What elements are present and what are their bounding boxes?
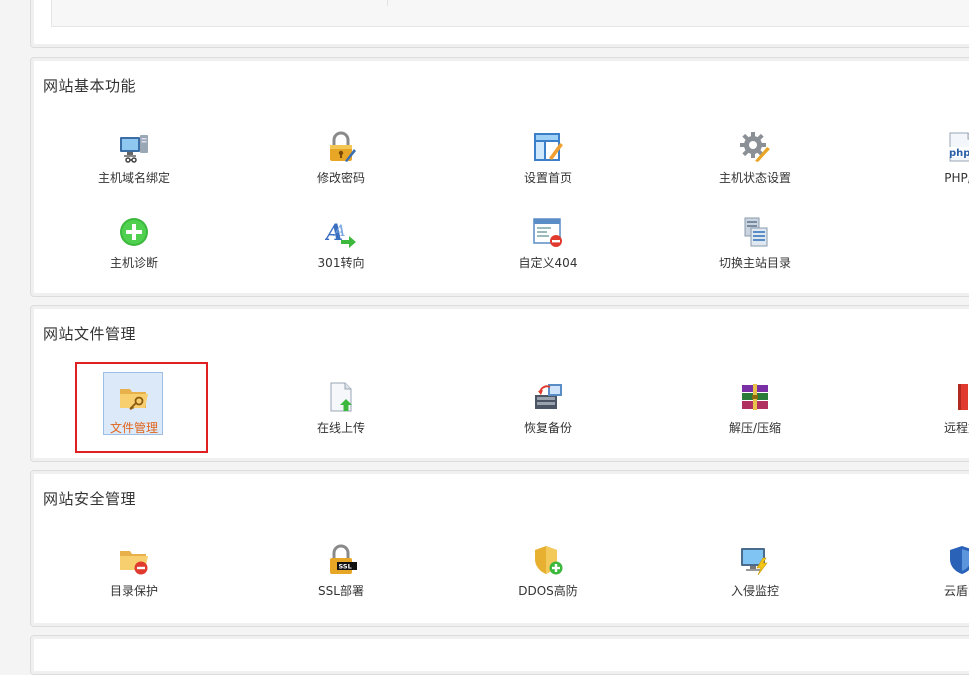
tile-label: 主机诊断 <box>109 256 158 270</box>
tile-change-password[interactable]: 修改密码 <box>281 131 401 186</box>
server-stack-icon <box>744 217 768 247</box>
tile-online-upload[interactable]: 在线上传 <box>281 381 401 436</box>
tile-label: 301转向 <box>317 256 365 270</box>
ssl-badge-text: SSL <box>339 563 352 571</box>
monitor-lightning-icon <box>741 548 768 576</box>
tile-php-version[interactable]: php PHP版 <box>902 131 969 186</box>
tile-label: SSL部署 <box>318 584 364 598</box>
window-error-icon <box>533 218 562 247</box>
section-files: 网站文件管理 文件管理 在线上传 恢复备份 解压/压缩 远程 <box>30 305 969 462</box>
archive-books-icon <box>742 384 768 410</box>
tile-label: 修改密码 <box>316 171 365 185</box>
section-basic: 网站基本功能 主机域名绑定 修改密码 设置首页 主机状态设置 php PHP 主… <box>30 57 969 297</box>
tile-label: 远程文 <box>943 421 969 435</box>
blue-shield-icon <box>950 546 969 574</box>
layout-pencil-icon <box>534 133 563 161</box>
padlock-pencil-icon <box>330 131 356 162</box>
tile-label: 恢复备份 <box>523 421 572 435</box>
tile-label: 切换主站目录 <box>718 256 791 270</box>
tile-label: 设置首页 <box>523 171 572 185</box>
tile-intrusion-monitor[interactable]: 入侵监控 <box>695 544 815 599</box>
tile-extract-compress[interactable]: 解压/压缩 <box>695 381 815 436</box>
tile-label: 主机域名绑定 <box>97 171 170 185</box>
section-next <box>30 635 969 675</box>
tile-label: 在线上传 <box>316 421 365 435</box>
font-arrow-icon: A A <box>325 220 356 248</box>
tile-switch-root-dir[interactable]: 切换主站目录 <box>695 216 815 271</box>
tile-host-status[interactable]: 主机状态设置 <box>695 131 815 186</box>
tile-set-homepage[interactable]: 设置首页 <box>488 131 608 186</box>
tile-custom-404[interactable]: 自定义404 <box>488 216 608 271</box>
tile-label: 云盾防 <box>943 584 969 598</box>
tile-cloud-shield[interactable]: 云盾防 <box>902 544 969 599</box>
folder-minus-icon <box>120 551 148 575</box>
php-badge-text: php <box>949 148 969 159</box>
green-plus-icon <box>120 218 148 246</box>
tile-label: 自定义404 <box>518 256 578 270</box>
section-title-basic: 网站基本功能 <box>43 77 137 95</box>
tile-file-manager[interactable]: 文件管理 <box>74 372 194 436</box>
tile-restore-backup[interactable]: 恢复备份 <box>488 381 608 436</box>
remote-file-icon <box>958 384 968 410</box>
tile-ssl-deploy[interactable]: SSL SSL部署 <box>281 544 401 599</box>
svg-text:A: A <box>332 221 346 240</box>
shield-plus-icon <box>535 546 563 575</box>
tile-remote-file[interactable]: 远程文 <box>902 381 969 436</box>
tile-label: 文件管理 <box>109 421 158 435</box>
top-panel <box>30 0 969 48</box>
tile-directory-protect[interactable]: 目录保护 <box>74 544 194 599</box>
section-security: 网站安全管理 目录保护 SSL SSL部署 DDOS高防 入侵监控 云盾 <box>30 470 969 627</box>
tile-ddos-protection[interactable]: DDOS高防 <box>488 544 608 599</box>
tile-301-redirect[interactable]: A A 301转向 <box>281 216 401 271</box>
section-title-security: 网站安全管理 <box>43 490 137 508</box>
section-title-files: 网站文件管理 <box>43 325 137 343</box>
tile-label: 入侵监控 <box>730 584 779 598</box>
tile-label: 主机状态设置 <box>718 171 791 185</box>
folder-key-icon <box>120 389 148 411</box>
file-upload-icon <box>330 382 352 412</box>
tile-label: 解压/压缩 <box>728 421 782 435</box>
top-info-strip <box>51 0 969 27</box>
backup-restore-icon <box>535 384 562 409</box>
tile-label: PHP版 <box>944 171 969 185</box>
tile-domain-binding[interactable]: 主机域名绑定 <box>74 131 194 186</box>
monitor-network-icon <box>120 135 148 163</box>
tile-host-diagnosis[interactable]: 主机诊断 <box>74 216 194 271</box>
tile-label: DDOS高防 <box>518 584 578 598</box>
php-file-icon: php <box>948 132 969 162</box>
ssl-lock-icon: SSL <box>330 544 357 574</box>
tile-label: 目录保护 <box>109 584 158 598</box>
gear-pencil-icon <box>740 132 770 162</box>
